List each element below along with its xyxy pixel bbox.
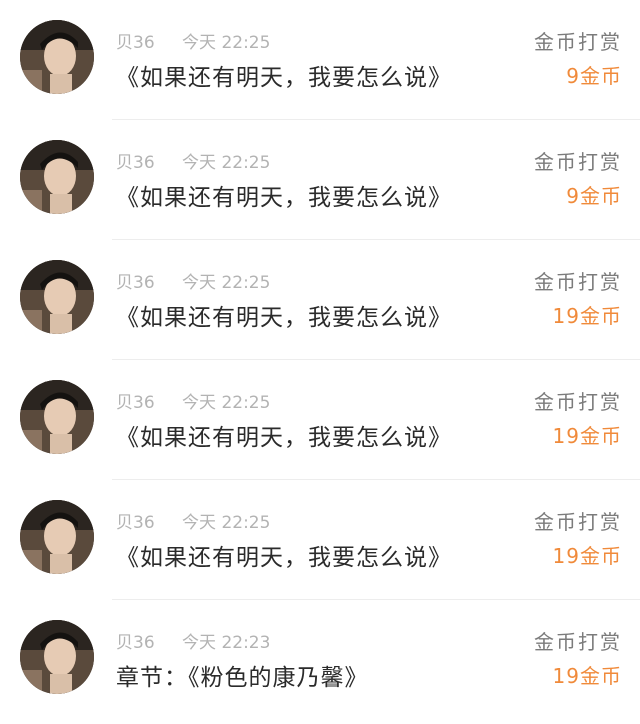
book-title[interactable]: 《如果还有明天，我要怎么说》 xyxy=(116,418,452,452)
timestamp: 今天 22:23 xyxy=(182,633,271,653)
coin-amount: 19金币 xyxy=(552,424,622,448)
meta-line: 贝36 今天 22:25 xyxy=(116,388,270,413)
meta-line: 贝36 今天 22:25 xyxy=(116,268,270,293)
book-title[interactable]: 《如果还有明天，我要怎么说》 xyxy=(116,178,452,212)
reward-type-label: 金币打赏 xyxy=(534,630,622,654)
meta-line: 贝36 今天 22:25 xyxy=(116,28,270,53)
timestamp: 今天 22:25 xyxy=(182,513,271,533)
book-title[interactable]: 《如果还有明天，我要怎么说》 xyxy=(116,298,452,332)
avatar[interactable] xyxy=(20,20,94,94)
avatar[interactable] xyxy=(20,620,94,694)
list-item[interactable]: 贝36 今天 22:25 《如果还有明天，我要怎么说》 金币打赏 9金币 xyxy=(0,0,640,120)
user-name[interactable]: 贝36 xyxy=(116,273,155,293)
coin-amount: 9金币 xyxy=(566,184,622,208)
timestamp: 今天 22:25 xyxy=(182,33,271,53)
list-item[interactable]: 贝36 今天 22:25 《如果还有明天，我要怎么说》 金币打赏 9金币 xyxy=(0,120,640,240)
chapter-title[interactable]: 章节：《粉色的康乃馨》 xyxy=(116,658,369,692)
user-name[interactable]: 贝36 xyxy=(116,633,155,653)
user-name[interactable]: 贝36 xyxy=(116,513,155,533)
avatar[interactable] xyxy=(20,260,94,334)
meta-line: 贝36 今天 22:25 xyxy=(116,148,270,173)
list-item[interactable]: 贝36 今天 22:25 《如果还有明天，我要怎么说》 金币打赏 19金币 xyxy=(0,480,640,600)
coin-amount: 9金币 xyxy=(566,64,622,88)
avatar[interactable] xyxy=(20,140,94,214)
meta-line: 贝36 今天 22:23 xyxy=(116,628,270,653)
avatar[interactable] xyxy=(20,380,94,454)
timestamp: 今天 22:25 xyxy=(182,273,271,293)
coin-amount: 19金币 xyxy=(552,664,622,688)
book-title[interactable]: 《如果还有明天，我要怎么说》 xyxy=(116,538,452,572)
avatar[interactable] xyxy=(20,500,94,574)
user-name[interactable]: 贝36 xyxy=(116,393,155,413)
user-name[interactable]: 贝36 xyxy=(116,33,155,53)
list-item[interactable]: 贝36 今天 22:25 《如果还有明天，我要怎么说》 金币打赏 19金币 xyxy=(0,360,640,480)
reward-type-label: 金币打赏 xyxy=(534,270,622,294)
reward-type-label: 金币打赏 xyxy=(534,30,622,54)
reward-type-label: 金币打赏 xyxy=(534,390,622,414)
coin-amount: 19金币 xyxy=(552,544,622,568)
reward-type-label: 金币打赏 xyxy=(534,510,622,534)
meta-line: 贝36 今天 22:25 xyxy=(116,508,270,533)
reward-list: 贝36 今天 22:25 《如果还有明天，我要怎么说》 金币打赏 9金币 贝36… xyxy=(0,0,640,724)
list-item[interactable]: 贝36 今天 22:25 《如果还有明天，我要怎么说》 金币打赏 19金币 xyxy=(0,240,640,360)
user-name[interactable]: 贝36 xyxy=(116,153,155,173)
list-item[interactable]: 贝36 今天 22:23 章节：《粉色的康乃馨》 金币打赏 19金币 xyxy=(0,600,640,720)
timestamp: 今天 22:25 xyxy=(182,153,271,173)
timestamp: 今天 22:25 xyxy=(182,393,271,413)
coin-amount: 19金币 xyxy=(552,304,622,328)
book-title[interactable]: 《如果还有明天，我要怎么说》 xyxy=(116,58,452,92)
reward-type-label: 金币打赏 xyxy=(534,150,622,174)
